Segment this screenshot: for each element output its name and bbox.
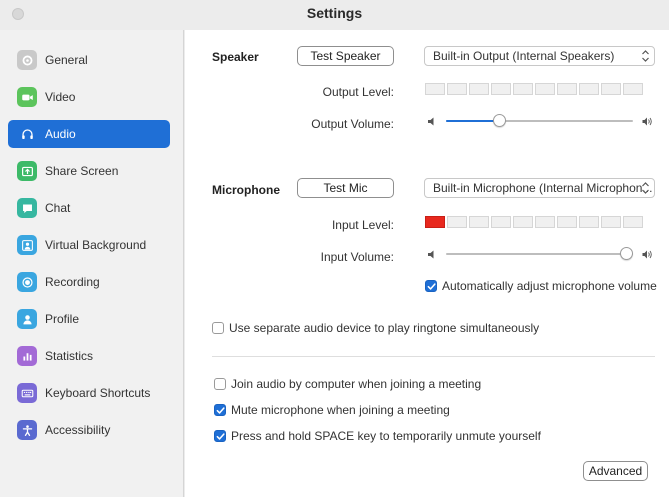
input-level-segment	[623, 216, 643, 228]
sidebar-item-label: Recording	[45, 275, 100, 289]
output-level-segment	[535, 83, 555, 95]
chevron-up-down-icon	[642, 182, 649, 194]
output-level-segment	[469, 83, 489, 95]
separate-ringtone-device-label: Use separate audio device to play ringto…	[229, 321, 540, 335]
speaker-high-icon	[642, 117, 652, 126]
speaker-device-value: Built-in Output (Internal Speakers)	[433, 49, 615, 63]
sidebar-item-chat[interactable]: Chat	[8, 194, 170, 222]
sidebar-item-label: General	[45, 53, 88, 67]
sidebar-item-label: Chat	[45, 201, 71, 215]
sidebar-item-audio[interactable]: Audio	[8, 120, 170, 148]
sidebar-item-general[interactable]: General	[8, 46, 170, 74]
output-level-segment	[513, 83, 533, 95]
gear-icon	[17, 50, 37, 70]
slider-track	[446, 253, 633, 255]
profile-icon	[17, 309, 37, 329]
output-level-segment	[447, 83, 467, 95]
auto-adjust-volume-checkbox[interactable]	[425, 280, 437, 292]
input-level-segment	[447, 216, 467, 228]
input-level-segment	[557, 216, 577, 228]
test-mic-button[interactable]: Test Mic	[297, 178, 394, 198]
microphone-device-value: Built-in Microphone (Internal Microphon.…	[433, 181, 653, 195]
keyboard-icon	[17, 383, 37, 403]
sidebar-item-statistics[interactable]: Statistics	[8, 342, 170, 370]
slider-fill	[446, 120, 500, 122]
join-audio-by-computer-label: Join audio by computer when joining a me…	[231, 377, 482, 391]
sidebar-item-label: Keyboard Shortcuts	[45, 386, 151, 400]
chat-bubble-icon	[17, 198, 37, 218]
sidebar-item-virtual-background[interactable]: Virtual Background	[8, 231, 170, 259]
test-speaker-button[interactable]: Test Speaker	[297, 46, 394, 66]
video-camera-icon	[17, 87, 37, 107]
output-level-segment	[557, 83, 577, 95]
input-level-segment	[601, 216, 621, 228]
sidebar-item-label: Virtual Background	[45, 238, 147, 252]
output-level-segment	[491, 83, 511, 95]
push-to-talk-label: Press and hold SPACE key to temporarily …	[231, 429, 541, 443]
output-level-segment	[425, 83, 445, 95]
sidebar-item-share-screen[interactable]: Share Screen	[8, 157, 170, 185]
bar-chart-icon	[17, 346, 37, 366]
section-divider	[212, 356, 655, 357]
sidebar-item-label: Profile	[45, 312, 80, 326]
input-level-segment	[579, 216, 599, 228]
join-audio-by-computer-checkbox[interactable]	[214, 378, 226, 390]
input-volume-label: Input Volume:	[320, 250, 394, 264]
record-icon	[17, 272, 37, 292]
sidebar: General Video Audio Share Screen Chat Vi…	[0, 30, 184, 497]
sidebar-item-label: Audio	[45, 127, 76, 141]
auto-adjust-volume-label: Automatically adjust microphone volume	[442, 279, 657, 293]
sidebar-item-label: Accessibility	[45, 423, 111, 437]
speaker-device-select[interactable]: Built-in Output (Internal Speakers)	[424, 46, 655, 66]
input-level-segment	[491, 216, 511, 228]
sidebar-item-keyboard-shortcuts[interactable]: Keyboard Shortcuts	[8, 379, 170, 407]
microphone-device-select[interactable]: Built-in Microphone (Internal Microphon.…	[424, 178, 655, 198]
speaker-low-icon	[428, 250, 434, 259]
output-level-segment	[623, 83, 643, 95]
speaker-high-icon	[642, 250, 652, 259]
accessibility-icon	[17, 420, 37, 440]
slider-knob[interactable]	[620, 247, 633, 260]
advanced-button[interactable]: Advanced	[583, 461, 648, 481]
microphone-heading: Microphone	[212, 183, 280, 197]
speaker-low-icon	[428, 117, 434, 126]
input-level-meter	[425, 216, 643, 228]
sidebar-item-video[interactable]: Video	[8, 83, 170, 111]
output-level-segment	[579, 83, 599, 95]
input-level-segment	[535, 216, 555, 228]
audio-settings-panel: Speaker Test Speaker Built-in Output (In…	[185, 30, 669, 497]
speaker-heading: Speaker	[212, 50, 259, 64]
headphones-icon	[17, 124, 37, 144]
separate-ringtone-device-checkbox[interactable]	[212, 322, 224, 334]
push-to-talk-checkbox[interactable]	[214, 430, 226, 442]
output-level-meter	[425, 83, 643, 95]
input-level-segment	[513, 216, 533, 228]
input-level-segment	[425, 216, 445, 228]
sidebar-item-accessibility[interactable]: Accessibility	[8, 416, 170, 444]
slider-knob[interactable]	[493, 114, 506, 127]
sidebar-item-recording[interactable]: Recording	[8, 268, 170, 296]
output-level-label: Output Level:	[322, 85, 394, 99]
output-level-segment	[601, 83, 621, 95]
sidebar-item-label: Share Screen	[45, 164, 119, 178]
person-background-icon	[17, 235, 37, 255]
mute-on-join-checkbox[interactable]	[214, 404, 226, 416]
input-level-label: Input Level:	[331, 218, 394, 232]
input-volume-slider[interactable]	[446, 246, 633, 262]
sidebar-item-label: Statistics	[45, 349, 94, 363]
output-volume-slider[interactable]	[446, 113, 633, 129]
window-title: Settings	[306, 5, 363, 21]
sidebar-item-label: Video	[45, 90, 76, 104]
output-volume-label: Output Volume:	[311, 117, 394, 131]
title-bar: Settings	[0, 0, 669, 30]
share-screen-icon	[17, 161, 37, 181]
input-level-segment	[469, 216, 489, 228]
mute-on-join-label: Mute microphone when joining a meeting	[231, 403, 450, 417]
chevron-up-down-icon	[642, 50, 649, 62]
sidebar-item-profile[interactable]: Profile	[8, 305, 170, 333]
